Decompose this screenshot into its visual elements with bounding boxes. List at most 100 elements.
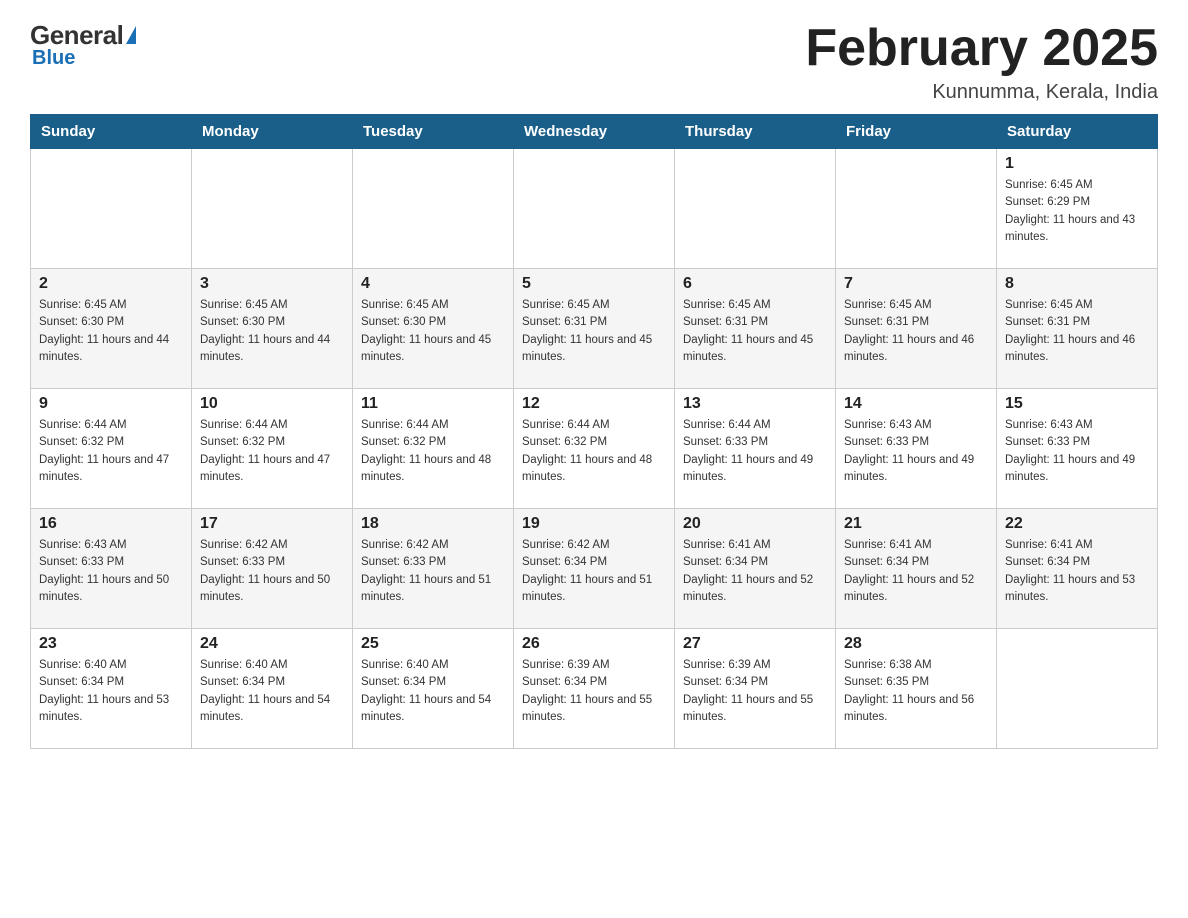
- calendar-cell: 15 Sunrise: 6:43 AMSunset: 6:33 PMDayligh…: [997, 389, 1158, 509]
- days-of-week-row: SundayMondayTuesdayWednesdayThursdayFrid…: [31, 115, 1158, 149]
- day-info: Sunrise: 6:39 AMSunset: 6:34 PMDaylight:…: [683, 657, 827, 726]
- calendar-cell: 5 Sunrise: 6:45 AMSunset: 6:31 PMDaylight…: [514, 269, 675, 389]
- calendar-cell: 1 Sunrise: 6:45 AMSunset: 6:29 PMDaylight…: [997, 149, 1158, 269]
- page-header: General Blue February 2025 Kunnumma, Ker…: [30, 20, 1158, 104]
- logo: General Blue: [30, 20, 136, 70]
- day-info: Sunrise: 6:44 AMSunset: 6:32 PMDaylight:…: [200, 417, 344, 486]
- day-number: 4: [361, 275, 505, 293]
- day-info: Sunrise: 6:41 AMSunset: 6:34 PMDaylight:…: [683, 537, 827, 606]
- title-block: February 2025 Kunnumma, Kerala, India: [805, 20, 1158, 104]
- day-info: Sunrise: 6:38 AMSunset: 6:35 PMDaylight:…: [844, 657, 988, 726]
- day-number: 25: [361, 635, 505, 653]
- calendar-cell: 13 Sunrise: 6:44 AMSunset: 6:33 PMDayligh…: [675, 389, 836, 509]
- day-info: Sunrise: 6:43 AMSunset: 6:33 PMDaylight:…: [39, 537, 183, 606]
- day-of-week-friday: Friday: [836, 115, 997, 149]
- day-number: 12: [522, 395, 666, 413]
- calendar-cell: 19 Sunrise: 6:42 AMSunset: 6:34 PMDayligh…: [514, 509, 675, 629]
- day-number: 26: [522, 635, 666, 653]
- day-number: 28: [844, 635, 988, 653]
- day-info: Sunrise: 6:44 AMSunset: 6:33 PMDaylight:…: [683, 417, 827, 486]
- day-info: Sunrise: 6:45 AMSunset: 6:31 PMDaylight:…: [844, 297, 988, 366]
- week-row-5: 23Sunrise: 6:40 AMSunset: 6:34 PMDayligh…: [31, 629, 1158, 749]
- day-info: Sunrise: 6:45 AMSunset: 6:31 PMDaylight:…: [522, 297, 666, 366]
- day-info: Sunrise: 6:40 AMSunset: 6:34 PMDaylight:…: [200, 657, 344, 726]
- day-info: Sunrise: 6:40 AMSunset: 6:34 PMDaylight:…: [361, 657, 505, 726]
- day-info: Sunrise: 6:41 AMSunset: 6:34 PMDaylight:…: [1005, 537, 1149, 606]
- calendar-cell: 28 Sunrise: 6:38 AMSunset: 6:35 PMDayligh…: [836, 629, 997, 749]
- day-info: Sunrise: 6:39 AMSunset: 6:34 PMDaylight:…: [522, 657, 666, 726]
- calendar-table: SundayMondayTuesdayWednesdayThursdayFrid…: [30, 114, 1158, 749]
- day-info: Sunrise: 6:45 AMSunset: 6:30 PMDaylight:…: [200, 297, 344, 366]
- day-number: 5: [522, 275, 666, 293]
- calendar-cell: 20Sunrise: 6:41 AMSunset: 6:34 PMDayligh…: [675, 509, 836, 629]
- calendar-cell: [997, 629, 1158, 749]
- day-of-week-saturday: Saturday: [997, 115, 1158, 149]
- week-row-2: 2 Sunrise: 6:45 AMSunset: 6:30 PMDaylight…: [31, 269, 1158, 389]
- day-number: 21: [844, 515, 988, 533]
- day-of-week-sunday: Sunday: [31, 115, 192, 149]
- month-title: February 2025: [805, 20, 1158, 77]
- day-number: 13: [683, 395, 827, 413]
- day-info: Sunrise: 6:44 AMSunset: 6:32 PMDaylight:…: [361, 417, 505, 486]
- calendar-cell: [514, 149, 675, 269]
- day-number: 1: [1005, 155, 1149, 173]
- day-of-week-wednesday: Wednesday: [514, 115, 675, 149]
- calendar-cell: 17 Sunrise: 6:42 AMSunset: 6:33 PMDayligh…: [192, 509, 353, 629]
- calendar-cell: 22 Sunrise: 6:41 AMSunset: 6:34 PMDayligh…: [997, 509, 1158, 629]
- day-number: 2: [39, 275, 183, 293]
- day-number: 27: [683, 635, 827, 653]
- calendar-cell: 10 Sunrise: 6:44 AMSunset: 6:32 PMDayligh…: [192, 389, 353, 509]
- calendar-cell: 3Sunrise: 6:45 AMSunset: 6:30 PMDaylight…: [192, 269, 353, 389]
- day-number: 7: [844, 275, 988, 293]
- day-number: 9: [39, 395, 183, 413]
- day-number: 19: [522, 515, 666, 533]
- logo-triangle-icon: [126, 26, 136, 44]
- calendar-body: 1 Sunrise: 6:45 AMSunset: 6:29 PMDaylight…: [31, 149, 1158, 749]
- calendar-cell: 8 Sunrise: 6:45 AMSunset: 6:31 PMDaylight…: [997, 269, 1158, 389]
- day-number: 11: [361, 395, 505, 413]
- day-number: 15: [1005, 395, 1149, 413]
- day-info: Sunrise: 6:45 AMSunset: 6:30 PMDaylight:…: [361, 297, 505, 366]
- day-number: 18: [361, 515, 505, 533]
- calendar-cell: 26 Sunrise: 6:39 AMSunset: 6:34 PMDayligh…: [514, 629, 675, 749]
- calendar-cell: 21 Sunrise: 6:41 AMSunset: 6:34 PMDayligh…: [836, 509, 997, 629]
- day-number: 22: [1005, 515, 1149, 533]
- calendar-cell: 27 Sunrise: 6:39 AMSunset: 6:34 PMDayligh…: [675, 629, 836, 749]
- day-info: Sunrise: 6:40 AMSunset: 6:34 PMDaylight:…: [39, 657, 183, 726]
- day-info: Sunrise: 6:45 AMSunset: 6:29 PMDaylight:…: [1005, 177, 1149, 246]
- day-number: 17: [200, 515, 344, 533]
- calendar-header: SundayMondayTuesdayWednesdayThursdayFrid…: [31, 115, 1158, 149]
- day-number: 8: [1005, 275, 1149, 293]
- day-of-week-thursday: Thursday: [675, 115, 836, 149]
- day-of-week-tuesday: Tuesday: [353, 115, 514, 149]
- day-of-week-monday: Monday: [192, 115, 353, 149]
- calendar-cell: 9 Sunrise: 6:44 AMSunset: 6:32 PMDaylight…: [31, 389, 192, 509]
- calendar-cell: 12 Sunrise: 6:44 AMSunset: 6:32 PMDayligh…: [514, 389, 675, 509]
- location: Kunnumma, Kerala, India: [805, 81, 1158, 104]
- calendar-cell: [675, 149, 836, 269]
- day-info: Sunrise: 6:41 AMSunset: 6:34 PMDaylight:…: [844, 537, 988, 606]
- day-info: Sunrise: 6:45 AMSunset: 6:31 PMDaylight:…: [683, 297, 827, 366]
- day-info: Sunrise: 6:43 AMSunset: 6:33 PMDaylight:…: [1005, 417, 1149, 486]
- day-info: Sunrise: 6:42 AMSunset: 6:33 PMDaylight:…: [200, 537, 344, 606]
- calendar-cell: 16Sunrise: 6:43 AMSunset: 6:33 PMDayligh…: [31, 509, 192, 629]
- week-row-1: 1 Sunrise: 6:45 AMSunset: 6:29 PMDaylight…: [31, 149, 1158, 269]
- day-info: Sunrise: 6:45 AMSunset: 6:31 PMDaylight:…: [1005, 297, 1149, 366]
- calendar-cell: 7 Sunrise: 6:45 AMSunset: 6:31 PMDaylight…: [836, 269, 997, 389]
- week-row-4: 16Sunrise: 6:43 AMSunset: 6:33 PMDayligh…: [31, 509, 1158, 629]
- day-info: Sunrise: 6:44 AMSunset: 6:32 PMDaylight:…: [522, 417, 666, 486]
- day-info: Sunrise: 6:44 AMSunset: 6:32 PMDaylight:…: [39, 417, 183, 486]
- calendar-cell: 18 Sunrise: 6:42 AMSunset: 6:33 PMDayligh…: [353, 509, 514, 629]
- day-number: 10: [200, 395, 344, 413]
- calendar-cell: 25 Sunrise: 6:40 AMSunset: 6:34 PMDayligh…: [353, 629, 514, 749]
- day-number: 14: [844, 395, 988, 413]
- calendar-cell: 14 Sunrise: 6:43 AMSunset: 6:33 PMDayligh…: [836, 389, 997, 509]
- day-info: Sunrise: 6:43 AMSunset: 6:33 PMDaylight:…: [844, 417, 988, 486]
- calendar-cell: 23Sunrise: 6:40 AMSunset: 6:34 PMDayligh…: [31, 629, 192, 749]
- day-info: Sunrise: 6:42 AMSunset: 6:34 PMDaylight:…: [522, 537, 666, 606]
- day-info: Sunrise: 6:45 AMSunset: 6:30 PMDaylight:…: [39, 297, 183, 366]
- calendar-cell: [31, 149, 192, 269]
- logo-blue-text: Blue: [32, 47, 75, 70]
- day-info: Sunrise: 6:42 AMSunset: 6:33 PMDaylight:…: [361, 537, 505, 606]
- day-number: 24: [200, 635, 344, 653]
